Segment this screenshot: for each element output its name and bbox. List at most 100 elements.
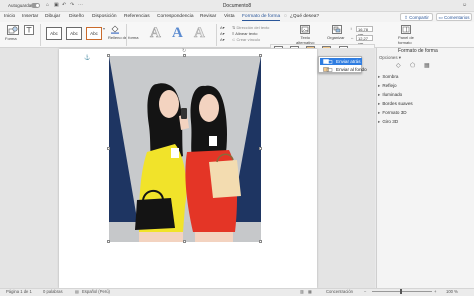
pane-section-sombra[interactable]: ▸ Sombra bbox=[378, 74, 398, 80]
zoom-level[interactable]: 100 % bbox=[446, 289, 458, 294]
resize-handle[interactable] bbox=[107, 54, 110, 57]
tab-vista[interactable]: Vista bbox=[224, 14, 235, 19]
share-label: Compartir bbox=[409, 15, 429, 20]
pane-section-label: Formato 3D bbox=[382, 110, 407, 115]
pane-section-formato-3d[interactable]: ▸ Formato 3D bbox=[378, 110, 407, 116]
ribbon-separator bbox=[126, 24, 127, 46]
pane-section-label: Iluminado bbox=[382, 92, 403, 97]
organizar-label: Organizar bbox=[327, 35, 345, 40]
shape-icon[interactable] bbox=[7, 25, 19, 35]
shape-style-3[interactable]: Abc bbox=[86, 27, 102, 40]
create-link-button[interactable]: ⊂ Crear vínculo bbox=[232, 37, 261, 43]
shape-style-1[interactable]: Abc bbox=[46, 27, 62, 40]
expand-icon: ▸ bbox=[378, 74, 381, 79]
send-backward-menu: Enviar atrás Enviar al fondo bbox=[318, 56, 367, 73]
tab-revisar[interactable]: Revisar bbox=[200, 14, 216, 19]
text-box-icon[interactable] bbox=[24, 25, 34, 35]
anchor-icon: ⚓ bbox=[84, 55, 91, 61]
word-count[interactable]: 0 palabras bbox=[43, 289, 63, 294]
share-button[interactable]: ⇪ Compartir bbox=[400, 13, 433, 21]
pane-section-reflejo[interactable]: ▸ Reflejo bbox=[378, 83, 397, 89]
resize-handle[interactable] bbox=[183, 240, 186, 243]
tab-disposicion[interactable]: Disposición bbox=[92, 14, 117, 19]
send-back-icon bbox=[323, 59, 333, 64]
menu-item-enviar-atras[interactable]: Enviar atrás bbox=[320, 58, 362, 65]
pane-section-label: Reflejo bbox=[382, 83, 397, 88]
page-count[interactable]: Página 1 de 1 bbox=[6, 289, 32, 294]
resize-handle[interactable] bbox=[259, 240, 262, 243]
text-direction-button[interactable]: ⇅ Dirección del texto bbox=[232, 25, 270, 31]
resize-handle[interactable] bbox=[183, 54, 186, 57]
person-icon[interactable]: ☺ bbox=[462, 2, 467, 8]
pane-section-iluminado[interactable]: ▸ Iluminado bbox=[378, 92, 402, 98]
expand-icon: ▸ bbox=[378, 110, 381, 115]
illustration-two-women bbox=[109, 56, 261, 242]
ribbon-separator bbox=[216, 24, 217, 46]
resize-handle[interactable] bbox=[107, 240, 110, 243]
tab-inicio[interactable]: Inicio bbox=[4, 14, 15, 19]
resize-handle[interactable] bbox=[259, 54, 262, 57]
expand-icon: ▸ bbox=[378, 92, 381, 97]
layout-properties-icon[interactable]: ▦ bbox=[424, 62, 430, 69]
height-field[interactable]: 16,78 cm bbox=[356, 26, 373, 37]
zoom-out-icon[interactable]: − bbox=[364, 289, 366, 294]
styles-scroll-icon[interactable]: ▾ bbox=[103, 26, 105, 32]
width-icon: ↔ bbox=[350, 35, 354, 40]
pane-section-label: Giro 3D bbox=[382, 119, 399, 124]
align-text-button[interactable]: ≡ Alinear texto bbox=[232, 31, 257, 37]
text-fill-icon[interactable]: A▾ bbox=[220, 25, 225, 31]
expand-icon: ▸ bbox=[378, 119, 381, 124]
print-layout-icon[interactable]: ▦ bbox=[308, 289, 312, 294]
fill-bucket-icon[interactable] bbox=[110, 25, 120, 34]
proofing-icon[interactable]: ▤ bbox=[75, 289, 79, 294]
zoom-in-icon[interactable]: + bbox=[434, 289, 436, 294]
tell-me-search[interactable]: ¿Qué desea? bbox=[290, 14, 319, 19]
view-mode-icon[interactable]: ▥ bbox=[300, 289, 304, 294]
effects-icon[interactable]: ⬠ bbox=[410, 62, 415, 69]
crear-vinculo-label: Crear vínculo bbox=[236, 37, 261, 42]
panel-formato-label: Panel de formato bbox=[398, 35, 414, 45]
width-field[interactable]: 12,27 cm bbox=[356, 35, 373, 46]
zoom-slider[interactable] bbox=[372, 291, 432, 292]
resize-handle[interactable] bbox=[259, 147, 262, 150]
height-icon: ↕ bbox=[350, 26, 352, 31]
rotate-handle-icon[interactable]: ↻ bbox=[182, 48, 186, 54]
arrange-icon[interactable] bbox=[332, 25, 342, 34]
tab-diseno[interactable]: Diseño bbox=[69, 14, 84, 19]
pane-section-bordes-suaves[interactable]: ▸ Bordes suaves bbox=[378, 101, 413, 107]
pane-section-label: Sombra bbox=[382, 74, 399, 79]
status-bar bbox=[0, 288, 474, 296]
text-effects-icon[interactable]: A▾ bbox=[220, 37, 225, 43]
wordart-style-2[interactable]: A bbox=[172, 25, 183, 41]
comments-button[interactable]: ▭ Comentarios bbox=[436, 13, 472, 21]
tab-formato-de-forma[interactable]: Formato de forma bbox=[242, 14, 281, 21]
shape-style-2[interactable]: Abc bbox=[66, 27, 82, 40]
title-bar: Autoguardado ⌂ ▣ ↶ ↷ ⋯ Documento8 ☺ bbox=[0, 0, 474, 12]
focus-mode[interactable]: Concentración bbox=[326, 289, 353, 294]
send-to-back-icon bbox=[323, 67, 333, 72]
relleno-label: Relleno de forma bbox=[108, 35, 139, 40]
tab-insertar[interactable]: Insertar bbox=[22, 14, 38, 19]
tab-referencias[interactable]: Referencias bbox=[124, 14, 150, 19]
language-status[interactable]: Español (Perú) bbox=[82, 289, 110, 294]
zoom-slider-thumb[interactable] bbox=[400, 289, 402, 294]
expand-icon: ▸ bbox=[378, 101, 381, 106]
wordart-style-3[interactable]: A bbox=[194, 25, 205, 42]
text-outline-icon[interactable]: A▾ bbox=[220, 31, 225, 37]
alt-text-icon[interactable] bbox=[300, 25, 310, 34]
tab-correspondencia[interactable]: Correspondencia bbox=[157, 14, 194, 19]
menu-item-label: Enviar al fondo bbox=[336, 67, 367, 72]
pane-title: Formato de forma bbox=[398, 48, 438, 54]
fill-line-icon[interactable]: ◇ bbox=[396, 62, 401, 69]
menu-item-enviar-al-fondo[interactable]: Enviar al fondo bbox=[320, 66, 367, 73]
document-title: Documento8 bbox=[222, 3, 252, 9]
pane-section-label: Bordes suaves bbox=[382, 101, 413, 106]
resize-handle[interactable] bbox=[107, 147, 110, 150]
pane-options-tab[interactable]: Opciones ▾ bbox=[379, 55, 401, 61]
wordart-style-1[interactable]: A bbox=[150, 25, 161, 42]
pane-section-giro-3d[interactable]: ▸ Giro 3D bbox=[378, 119, 398, 125]
tab-dibujar[interactable]: Dibujar bbox=[45, 14, 60, 19]
format-pane-icon[interactable] bbox=[401, 25, 411, 34]
direccion-label: Dirección del texto bbox=[236, 25, 270, 30]
selected-picture[interactable] bbox=[109, 56, 261, 242]
